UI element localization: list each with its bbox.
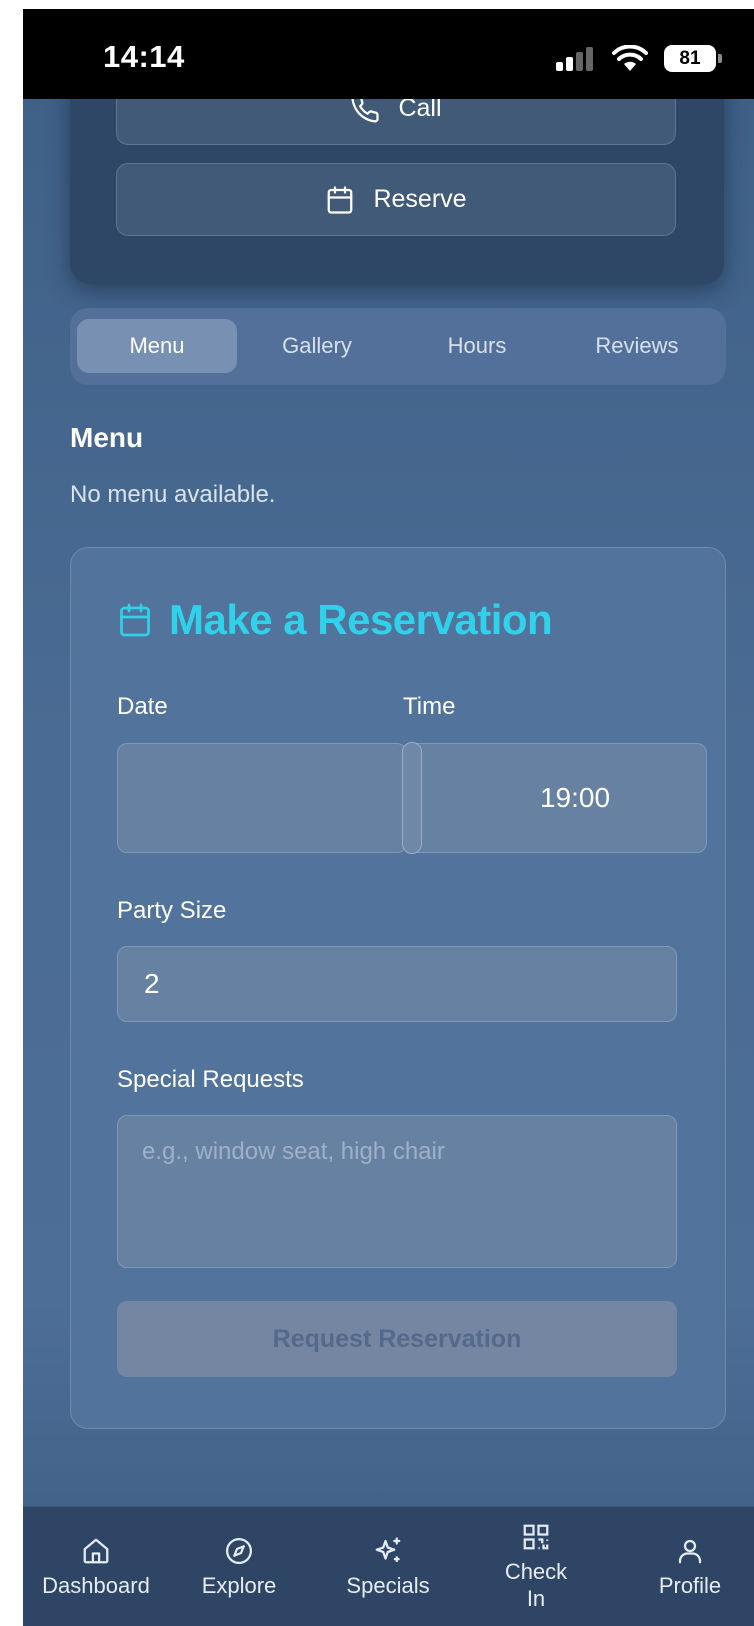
qr-code-icon [523, 1524, 549, 1550]
calendar-icon [120, 603, 150, 637]
tab-bar: Menu Gallery Hours Reviews [70, 308, 726, 385]
nav-specials[interactable]: Specials [315, 1507, 461, 1626]
nav-dashboard[interactable]: Dashboard [23, 1507, 169, 1626]
menu-section-title: Menu [70, 422, 144, 453]
tab-reviews[interactable]: Reviews [557, 319, 717, 373]
cellular-signal-icon [556, 47, 596, 71]
time-input[interactable]: 19:00 [402, 742, 707, 854]
nav-explore-label: Explore [201, 1572, 277, 1598]
time-label: Time [403, 693, 456, 720]
reserve-button-label: Reserve [373, 185, 467, 213]
bottom-nav: Dashboard Explore Specials Check In Prof… [23, 1506, 754, 1626]
special-requests-input[interactable] [117, 1115, 677, 1268]
request-reservation-button[interactable]: Request Reservation [117, 1301, 677, 1377]
menu-empty-text: No menu available. [70, 481, 276, 508]
reservation-title-text: Make a Reservation [169, 596, 553, 643]
app-screen: 14:14 81 Call Reserve Menu Gallery Hours… [23, 9, 754, 1626]
nav-dashboard-label: Dashboard [42, 1572, 150, 1598]
nav-check-in[interactable]: Check In [463, 1507, 609, 1626]
user-icon [678, 1539, 702, 1563]
tab-gallery[interactable]: Gallery [237, 319, 397, 373]
nav-check-in-label-line1: Check [504, 1559, 568, 1584]
time-value: 19:00 [539, 782, 611, 813]
status-bar: 14:14 81 [23, 9, 754, 99]
party-size-value: 2 [144, 968, 160, 999]
home-icon [83, 1538, 109, 1563]
sparkles-icon [375, 1536, 401, 1562]
reserve-button[interactable]: Reserve [116, 163, 676, 236]
tab-hours[interactable]: Hours [397, 319, 557, 373]
battery-icon: 81 [664, 45, 722, 72]
nav-profile-label: Profile [658, 1572, 722, 1598]
wifi-icon [612, 45, 648, 71]
nav-specials-label: Specials [346, 1572, 430, 1598]
nav-check-in-label-line2: In [526, 1586, 546, 1611]
reservation-card: Make a Reservation Date Time 19:00 Party… [70, 547, 726, 1429]
date-input[interactable] [117, 743, 407, 853]
tab-menu[interactable]: Menu [77, 319, 237, 373]
date-label: Date [117, 693, 168, 720]
status-time: 14:14 [103, 39, 185, 74]
special-requests-label: Special Requests [117, 1066, 304, 1093]
nav-explore[interactable]: Explore [166, 1507, 312, 1626]
nav-profile[interactable]: Profile [626, 1507, 754, 1626]
party-size-label: Party Size [117, 897, 227, 924]
reservation-title: Make a Reservation [117, 596, 553, 644]
calendar-icon [328, 185, 353, 214]
compass-icon [226, 1537, 252, 1564]
party-size-input[interactable]: 2 [117, 946, 677, 1022]
